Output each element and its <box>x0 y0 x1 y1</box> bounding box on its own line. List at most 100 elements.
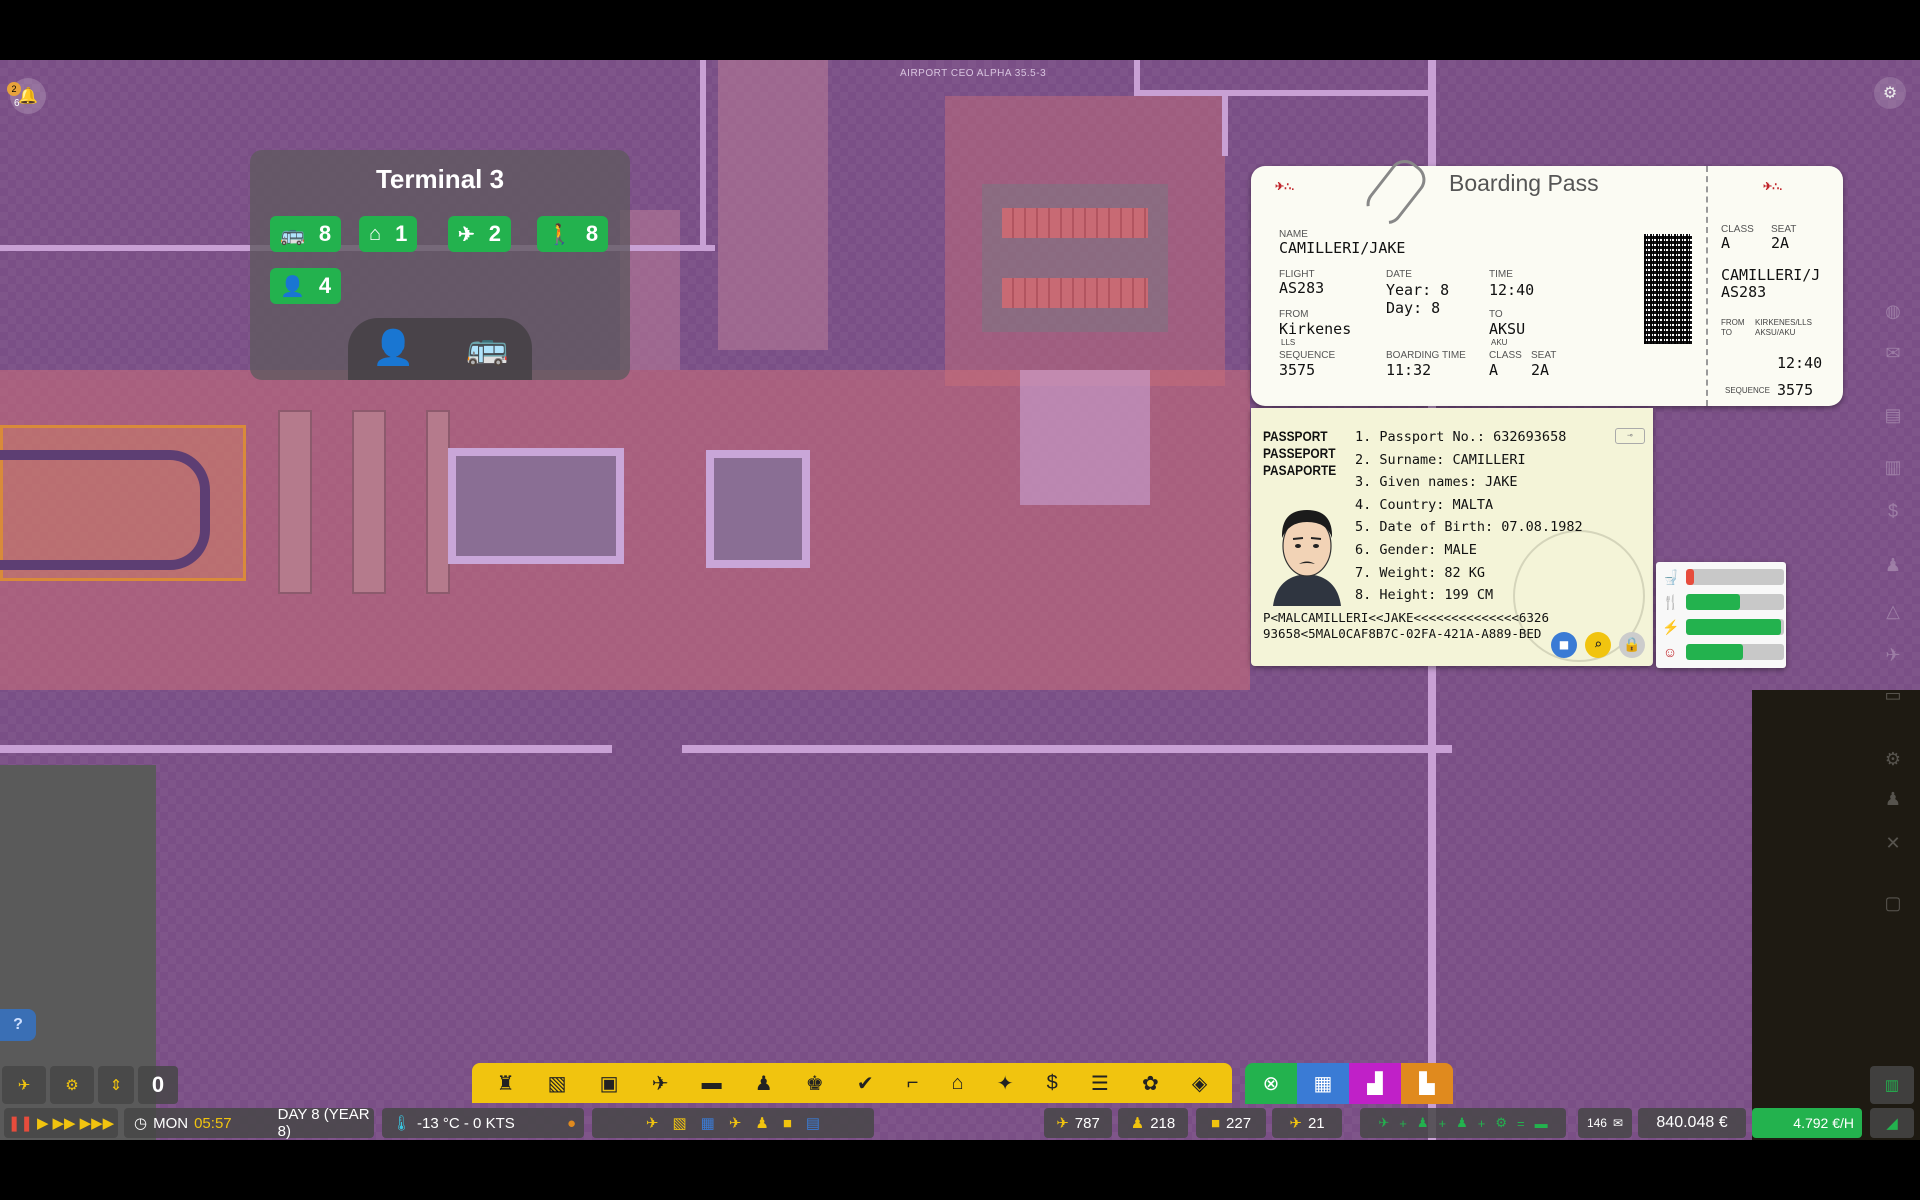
seat-row-2 <box>1002 278 1148 308</box>
passport-field: 3. Given names: JAKE <box>1355 474 1518 491</box>
plane-toggle-icon[interactable]: ✈ <box>729 1114 742 1132</box>
demolish-icon[interactable]: ⊗ <box>1245 1063 1297 1104</box>
alert-icon[interactable]: △ <box>1878 596 1908 626</box>
luggage-value: 227 <box>1226 1114 1252 1132</box>
settings-toggle[interactable]: ⚙ <box>50 1066 94 1104</box>
checkin-icon[interactable]: ✔ <box>857 1071 874 1096</box>
staff-icon[interactable]: ♟ <box>755 1071 773 1096</box>
passport-field: 5. Date of Birth: 07.08.1982 <box>1355 519 1583 536</box>
gear-icon: ⚙ <box>65 1077 79 1094</box>
help-button[interactable]: ? <box>0 1009 36 1041</box>
globe-icon[interactable]: ◍ <box>1878 296 1908 326</box>
seats-icon[interactable]: ☰ <box>1091 1071 1109 1096</box>
plants-icon[interactable]: ✿ <box>1142 1071 1159 1096</box>
terminal-stat-bus[interactable]: 🚌 8 <box>270 216 342 252</box>
search-icon[interactable]: ⌕ <box>1585 632 1611 658</box>
runway-icon[interactable]: ✈ <box>652 1071 669 1096</box>
energy-icon: ⚡ <box>1662 618 1680 635</box>
grid-icon[interactable]: ▦ <box>1297 1063 1349 1104</box>
time-label: TIME <box>1489 269 1513 280</box>
money-value: 840.048 € <box>1656 1114 1728 1131</box>
charts-button[interactable]: ▥ <box>1870 1066 1914 1104</box>
storage-icon[interactable]: ◈ <box>1192 1071 1207 1096</box>
pause-icon[interactable]: ❚❚ <box>8 1114 33 1132</box>
airplane-icon[interactable]: ✈ <box>1878 640 1908 670</box>
security-lane-3 <box>426 410 450 594</box>
passenger-name: CAMILLERI/JAKE <box>1279 239 1406 257</box>
baggage-icon[interactable]: ▬ <box>702 1072 722 1095</box>
mail-icon[interactable]: ✉ <box>1878 338 1908 368</box>
notification-count: 6 <box>14 98 20 109</box>
fast-icon[interactable]: ▶▶ <box>53 1114 76 1132</box>
terminal-stat-security[interactable]: ✈ 2 <box>448 216 512 252</box>
stub-flight: AS283 <box>1721 283 1767 301</box>
plane-icon: ✈ <box>17 1077 31 1094</box>
tools-icon[interactable]: ✕ <box>1878 828 1908 858</box>
staff-icon[interactable]: ♟ <box>1878 784 1908 814</box>
passport-field: 2. Surname: CAMILLERI <box>1355 451 1526 468</box>
clipboard-icon[interactable]: ▤ <box>1878 400 1908 430</box>
floor-selector[interactable]: ⇕ <box>98 1066 134 1104</box>
belt-toggle-icon[interactable]: ▤ <box>806 1114 820 1132</box>
flight-planner-toggle[interactable]: ✈ <box>2 1066 46 1104</box>
terminal-stat-departing[interactable]: 🚶 8 <box>537 216 609 252</box>
shop-icon[interactable]: ⌂ <box>952 1072 964 1095</box>
play-icon[interactable]: ▶ <box>37 1114 49 1132</box>
structure-icon[interactable]: ♜ <box>497 1071 515 1096</box>
passport-title-line: PASAPORTE <box>1263 462 1337 478</box>
security-icon[interactable]: ♚ <box>806 1071 824 1096</box>
gear-icon: ⚙ <box>1882 85 1898 102</box>
car-icon[interactable]: ▭ <box>1878 680 1908 710</box>
weather-value: -13 °C - 0 KTS <box>417 1114 515 1132</box>
stats-icon[interactable]: ▥ <box>1878 452 1908 482</box>
grid-toggle-icon[interactable]: ▦ <box>701 1114 715 1132</box>
food-icon: 🍴 <box>1662 593 1680 610</box>
date-day: Day: 8 <box>1386 299 1441 317</box>
need-energy: ⚡ <box>1662 617 1784 637</box>
terminal-stat-staff[interactable]: 👤 4 <box>270 268 342 304</box>
clock-time: 05:57 <box>194 1114 232 1132</box>
finance-icon[interactable]: $ <box>1878 496 1908 526</box>
bottom-hud: ✈ ⚙ ⇕ 0 ♜ ▧ ▣ ✈ ▬ ♟ ♚ ✔ ⌐ ⌂ ✦ $ ☰ ✿ ◈ ⊗ … <box>0 1063 1920 1140</box>
passport-field: 8. Height: 199 CM <box>1355 587 1494 604</box>
mail-box[interactable]: 146 ✉ <box>1578 1108 1632 1138</box>
key-icon: ⊸ <box>1615 428 1645 444</box>
chart-icon: ▥ <box>1884 1077 1900 1094</box>
trend-button[interactable]: ◢ <box>1870 1108 1914 1138</box>
floor-plan-icon[interactable]: ▟ <box>1349 1063 1401 1104</box>
bus-icon[interactable]: ▣ <box>600 1071 619 1096</box>
departure-time: 12:40 <box>1489 281 1535 299</box>
food-icon[interactable]: ✦ <box>997 1071 1014 1096</box>
bus-plane-mode-tab[interactable]: 🚌 <box>466 328 508 368</box>
terminal-stat-hangar[interactable]: ⌂ 1 <box>359 216 418 252</box>
day-name: MON <box>153 1114 189 1132</box>
need-fill <box>1686 594 1740 610</box>
monitor-icon[interactable]: ▢ <box>1878 888 1908 918</box>
happiness-icon: ☺ <box>1662 644 1678 660</box>
zone-toggle-icon[interactable]: ▧ <box>672 1114 686 1132</box>
camera-icon[interactable]: ■ <box>1551 632 1577 658</box>
satisfaction-bar[interactable]: ✈ + ♟ + ♟ + ⚙ = ▬ <box>1360 1108 1566 1138</box>
speed-controls[interactable]: ❚❚ ▶ ▶▶ ▶▶▶ <box>4 1108 118 1138</box>
income-box[interactable]: 4.792 €/H <box>1752 1108 1862 1138</box>
money-box[interactable]: 840.048 € <box>1638 1108 1746 1138</box>
passenger-mode-tab[interactable]: 👤 <box>372 328 414 368</box>
lock-icon[interactable]: 🔒 <box>1619 632 1645 658</box>
fastest-icon[interactable]: ▶▶▶ <box>80 1114 115 1132</box>
finance-icon[interactable]: $ <box>1047 1072 1058 1095</box>
destination: AKSU <box>1489 320 1526 338</box>
stub-divider <box>1706 166 1708 406</box>
runway-toggle-icon[interactable]: ✈ <box>646 1114 659 1132</box>
zone-icon[interactable]: ▧ <box>548 1071 567 1096</box>
bulldozer-icon[interactable]: ▙ <box>1401 1063 1453 1104</box>
flight-number: AS283 <box>1279 279 1325 297</box>
gear-icon[interactable]: ⚙ <box>1878 744 1908 774</box>
toilet-icon[interactable]: ⌐ <box>907 1072 919 1095</box>
people-toggle-icon[interactable]: ♟ <box>755 1114 768 1132</box>
settings-button[interactable]: ⚙ <box>1874 77 1906 109</box>
person-icon[interactable]: ♟ <box>1878 550 1908 580</box>
terminal-title: Terminal 3 <box>375 164 505 194</box>
terminal-panel: Terminal 3 🚌 8 ⌂ 1 ✈ 2 🚶 8 👤 4 👤 🚌 <box>250 150 630 380</box>
bag-toggle-icon[interactable]: ■ <box>783 1115 792 1132</box>
mrz-line: 93658<5MAL0CAF8B7C-02FA-421A-A889-BED <box>1263 626 1542 641</box>
